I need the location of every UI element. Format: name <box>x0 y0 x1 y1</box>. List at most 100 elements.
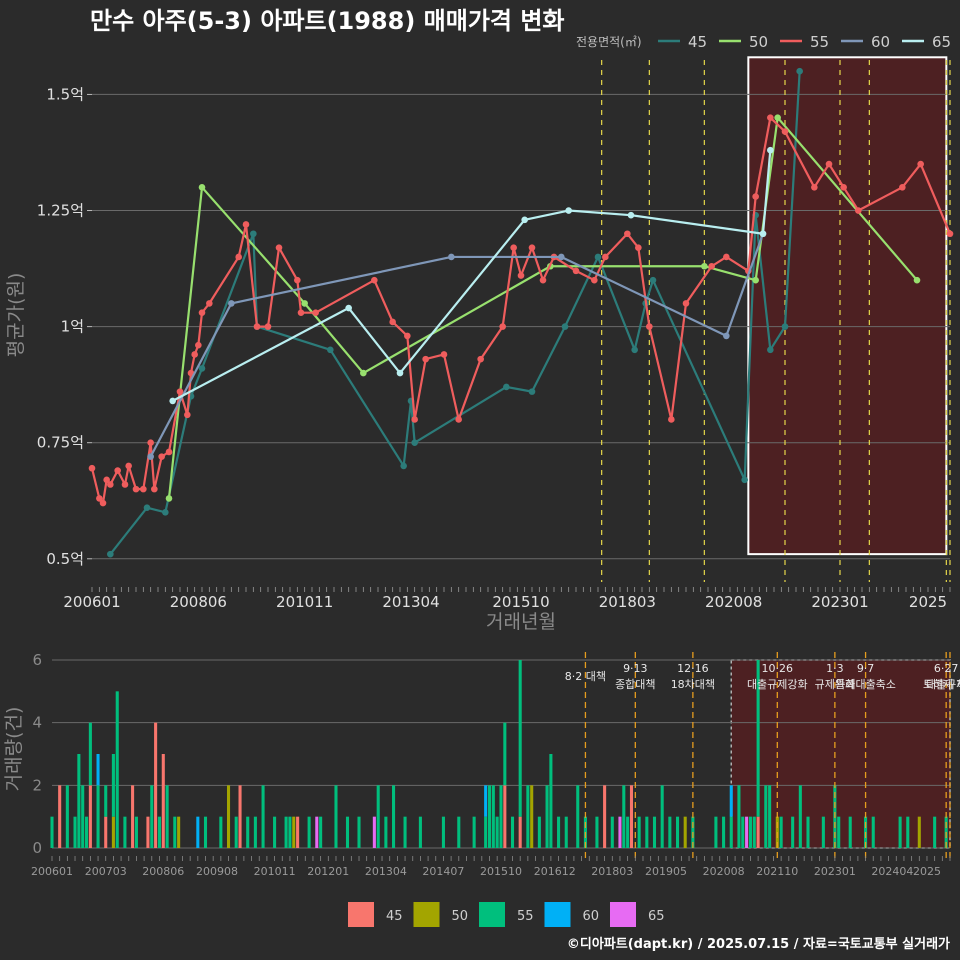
volume-bar-55 <box>748 816 752 848</box>
data-point-55 <box>184 411 191 419</box>
volume-bar-55 <box>660 785 664 848</box>
volume-bar-55 <box>741 816 745 848</box>
volume-y-tick-label: 4 <box>32 714 42 732</box>
data-point-55 <box>572 267 580 275</box>
data-point-55 <box>389 318 396 326</box>
volume-bar-55 <box>273 816 277 848</box>
data-point-45 <box>767 346 774 354</box>
volume-legend-label-45: 45 <box>386 909 403 924</box>
data-point-55 <box>528 244 536 251</box>
data-point-55 <box>499 323 506 330</box>
data-point-55 <box>264 323 272 330</box>
volume-bar-55 <box>115 691 119 848</box>
data-point-65 <box>521 216 528 224</box>
volume-bar-55 <box>357 816 361 848</box>
data-point-65 <box>169 397 176 405</box>
volume-x-tick-label: 202301 <box>814 865 856 878</box>
data-point-45 <box>649 276 657 284</box>
data-point-55 <box>132 485 140 493</box>
volume-legend-label-55: 55 <box>517 909 534 924</box>
data-point-55 <box>151 485 158 493</box>
volume-bar-55 <box>557 816 561 848</box>
data-point-55 <box>198 309 206 316</box>
data-point-65 <box>396 369 404 377</box>
policy-annotation-label: 10·26 <box>762 662 794 675</box>
data-point-55 <box>455 416 462 423</box>
data-point-50 <box>301 300 308 307</box>
data-point-60 <box>723 332 730 340</box>
volume-bar-55 <box>806 816 810 848</box>
volume-bar-55 <box>123 816 127 848</box>
volume-bar-60 <box>96 754 100 786</box>
volume-bar-55 <box>85 816 89 848</box>
volume-bar-45 <box>629 785 634 848</box>
volume-bar-60 <box>484 785 488 817</box>
x-tick-label: 201803 <box>599 593 656 611</box>
data-point-55 <box>235 253 242 261</box>
volume-bar-55 <box>668 816 672 848</box>
data-point-45 <box>198 365 206 372</box>
data-point-55 <box>411 416 418 423</box>
data-point-55 <box>158 453 165 460</box>
volume-bar-55 <box>729 816 733 848</box>
volume-bar-55 <box>457 816 461 848</box>
volume-x-tick-label: 201407 <box>422 865 464 878</box>
data-point-65 <box>759 230 767 238</box>
volume-bar-55 <box>752 816 756 848</box>
volume-bar-50 <box>111 816 115 848</box>
volume-bar-55 <box>906 816 910 848</box>
volume-bar-55 <box>165 785 169 848</box>
volume-bar-55 <box>487 785 492 848</box>
data-point-55 <box>510 244 517 251</box>
x-axis-title: 거래년월 <box>486 611 556 633</box>
volume-bar-55 <box>253 816 257 848</box>
data-point-60 <box>558 253 565 261</box>
policy-annotation-label: 12·16 <box>677 662 709 675</box>
volume-bar-55 <box>173 816 177 848</box>
volume-bar-55 <box>626 816 630 848</box>
volume-bar-55 <box>871 816 875 848</box>
y-tick-label: 0.75억 <box>37 434 84 452</box>
x-tick-label: 200806 <box>170 593 227 611</box>
data-point-45 <box>741 476 748 484</box>
data-point-55 <box>297 309 305 316</box>
legend-title: 전용면적(㎡) <box>576 35 642 49</box>
volume-x-tick-label: 202008 <box>703 865 745 878</box>
volume-bar-55 <box>288 816 292 848</box>
chart-canvas: 만수 아주(5-3) 아파트(1988) 매매가격 변화 0.5억 0.75억 1억… <box>0 0 960 960</box>
data-point-55 <box>635 244 642 251</box>
policy-annotation-label: 8·2 대책 <box>565 670 606 683</box>
data-point-55 <box>88 464 96 472</box>
data-point-50 <box>774 114 781 121</box>
volume-bar-50 <box>226 785 231 848</box>
data-point-45 <box>503 383 510 391</box>
volume-x-tick-label: 200908 <box>196 865 238 878</box>
y-tick-label: 0.5억 <box>46 550 84 568</box>
volume-bar-55 <box>526 785 530 848</box>
volume-bar-55 <box>791 816 795 848</box>
volume-bar-55 <box>472 816 476 848</box>
data-point-45 <box>781 323 789 330</box>
volume-x-tick-label: 201304 <box>365 865 407 878</box>
volume-x-tick-label: 200806 <box>142 865 184 878</box>
data-point-55 <box>781 128 789 135</box>
legend-label-50: 50 <box>749 33 768 51</box>
volume-bar-45 <box>58 785 62 848</box>
data-point-50 <box>360 369 367 377</box>
data-point-55 <box>191 351 198 358</box>
volume-legend-label-60: 60 <box>583 909 600 924</box>
policy-annotation-label: 종합대책 <box>615 678 655 691</box>
volume-bar-55 <box>652 816 657 848</box>
volume-bar-55 <box>549 754 553 848</box>
volume-bar-55 <box>111 754 115 817</box>
highlight-window <box>747 56 948 556</box>
data-point-60 <box>147 453 154 460</box>
volume-y-tick-label: 2 <box>32 776 42 794</box>
data-point-45 <box>561 323 569 330</box>
volume-y-tick-label: 0 <box>32 839 42 857</box>
volume-bar-45 <box>88 785 92 848</box>
volume-bar-55 <box>503 722 507 786</box>
volume-bar-45 <box>603 785 607 848</box>
data-point-55 <box>646 323 653 330</box>
y-tick-label: 1.5억 <box>46 85 84 103</box>
